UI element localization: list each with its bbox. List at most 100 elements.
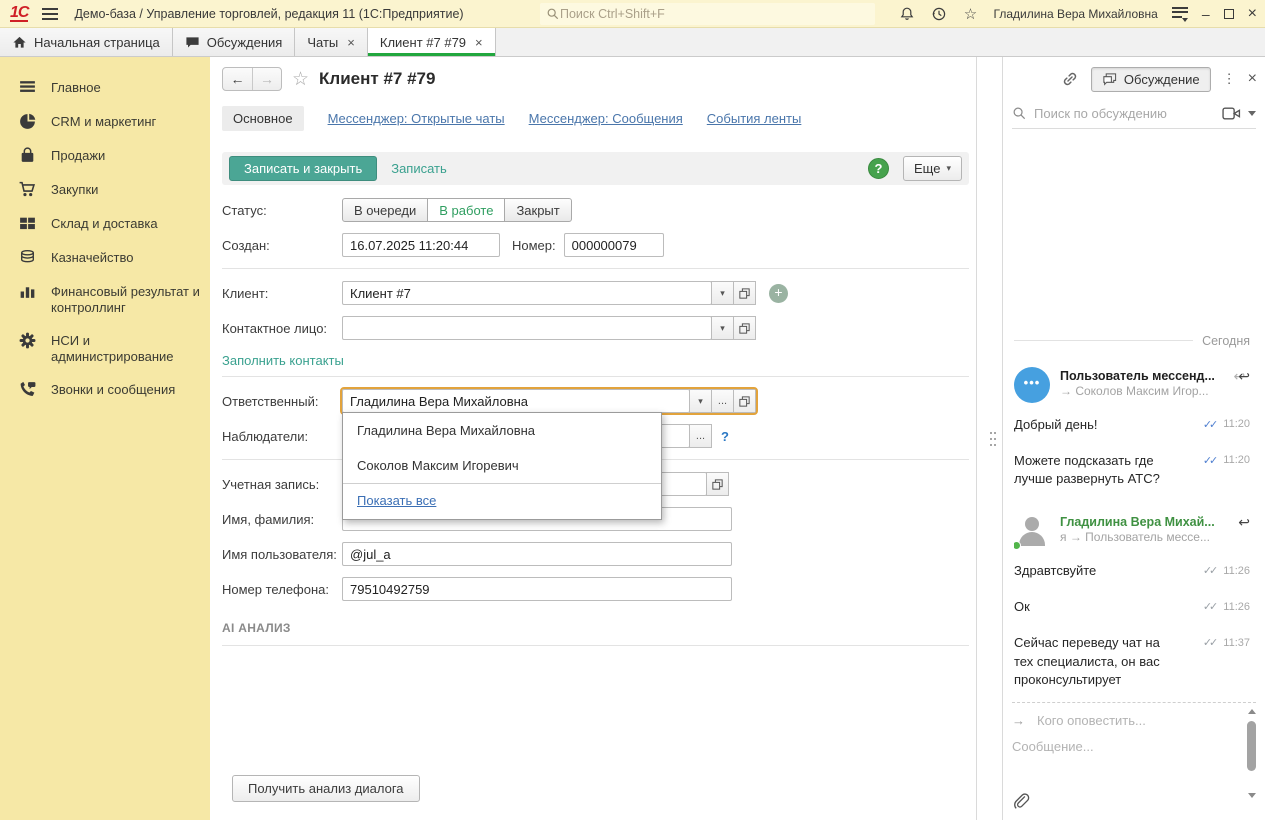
nav-link-feed[interactable]: События ленты: [707, 111, 802, 126]
message-input[interactable]: Сообщение...: [1012, 739, 1256, 754]
status-queued-button[interactable]: В очереди: [342, 198, 429, 222]
scroll-down-icon[interactable]: [1248, 793, 1256, 798]
sidebar-item-warehouse[interactable]: Склад и доставка: [0, 207, 210, 241]
sidebar-item-treasury[interactable]: Казначейство: [0, 241, 210, 275]
tab-client[interactable]: Клиент #7 #79 ×: [367, 28, 496, 56]
current-user-name[interactable]: Гладилина Вера Михайловна: [994, 7, 1158, 21]
nav-link-messages[interactable]: Мессенджер: Сообщения: [529, 111, 683, 126]
notify-field[interactable]: → Кого оповестить...: [1012, 713, 1256, 728]
composer-scrollbar[interactable]: [1246, 709, 1258, 798]
more-menu-icon[interactable]: ⋮: [1223, 71, 1236, 87]
tab-client-close-icon[interactable]: ×: [475, 35, 483, 50]
scroll-up-icon[interactable]: [1248, 709, 1256, 714]
sidebar-item-purchases[interactable]: Закупки: [0, 173, 210, 207]
save-close-button[interactable]: Записать и закрыть: [229, 156, 378, 181]
reply-icon[interactable]: ↩: [1238, 515, 1250, 529]
responsible-combo: ▾ ...: [340, 387, 758, 415]
message-route: → Соколов Максим Игор...: [1060, 383, 1209, 398]
sidebar-item-label: Главное: [51, 80, 101, 95]
fill-contacts-link[interactable]: Заполнить контакты: [222, 353, 344, 368]
nav-link-open-chats[interactable]: Мессенджер: Открытые чаты: [328, 111, 505, 126]
tab-chats[interactable]: Чаты ×: [295, 28, 368, 56]
status-switch: В очереди В работе Закрыт: [342, 198, 572, 222]
responsible-dropdown-icon[interactable]: ▾: [689, 389, 712, 413]
app-window: 1С Демо-база / Управление торговлей, ред…: [0, 0, 1265, 820]
chevron-down-icon[interactable]: [1248, 110, 1256, 116]
created-field[interactable]: [342, 233, 500, 257]
reply-all-icon[interactable]: ↩↩: [1234, 369, 1250, 383]
phone-field[interactable]: [342, 577, 732, 601]
client-label: Клиент:: [222, 285, 269, 301]
show-all-link[interactable]: Показать все: [357, 493, 436, 508]
get-dialog-analysis-button[interactable]: Получить анализ диалога: [232, 775, 420, 802]
discussion-toggle-button[interactable]: Обсуждение: [1090, 66, 1211, 92]
status-inprogress-button[interactable]: В работе: [427, 198, 506, 222]
sidebar-item-calls[interactable]: Звонки и сообщения: [0, 373, 210, 407]
more-button[interactable]: Еще ▾: [903, 156, 962, 181]
favorites-star-icon[interactable]: ☆: [962, 5, 980, 23]
sidebar-item-main[interactable]: Главное: [0, 71, 210, 105]
message-time: 11:20: [1223, 418, 1250, 430]
maximize-button[interactable]: [1223, 9, 1234, 19]
video-call-icon[interactable]: [1222, 106, 1241, 121]
client-field[interactable]: [342, 281, 712, 305]
message-composer: → Кого оповестить... Сообщение...: [1012, 702, 1256, 812]
global-search-input[interactable]: [560, 7, 869, 21]
client-open-icon[interactable]: [733, 281, 756, 305]
attach-paperclip-icon[interactable]: [1012, 792, 1030, 812]
tab-chats-close-icon[interactable]: ×: [347, 35, 355, 50]
status-closed-button[interactable]: Закрыт: [504, 198, 572, 222]
nav-link-main[interactable]: Основное: [222, 105, 304, 131]
tab-home[interactable]: Начальная страница: [0, 28, 173, 56]
discussion-search-input[interactable]: [1034, 105, 1215, 121]
shopping-cart-icon: [18, 180, 37, 199]
contact-field[interactable]: [342, 316, 712, 340]
help-button[interactable]: ?: [868, 158, 890, 179]
number-field[interactable]: [563, 233, 664, 257]
save-button[interactable]: Записать: [391, 161, 447, 176]
main-menu-icon[interactable]: [42, 7, 59, 20]
sidebar-item-finance[interactable]: Финансовый результат и контроллинг: [0, 275, 210, 324]
sidebar-item-sales[interactable]: Продажи: [0, 139, 210, 173]
forward-arrow-icon[interactable]: →: [252, 68, 281, 90]
tab-chats-label: Чаты: [307, 34, 339, 50]
minimize-button[interactable]: –: [1202, 7, 1210, 21]
watchers-hint-icon[interactable]: ?: [721, 429, 729, 444]
watchers-select-icon[interactable]: ...: [689, 424, 712, 448]
tab-discussions[interactable]: Обсуждения: [172, 28, 296, 56]
responsible-select-icon[interactable]: ...: [711, 389, 734, 413]
day-divider: Сегодня: [1014, 334, 1250, 348]
double-check-icon: ✓✓: [1202, 565, 1219, 578]
account-label: Учетная запись:: [222, 476, 320, 492]
client-dropdown-icon[interactable]: ▾: [711, 281, 734, 305]
sidebar-item-admin[interactable]: НСИ и администрирование: [0, 324, 210, 373]
panel-splitter[interactable]: [977, 57, 1002, 820]
username-field[interactable]: [342, 542, 732, 566]
responsible-field[interactable]: [342, 389, 690, 413]
responsible-open-icon[interactable]: [733, 389, 756, 413]
contact-open-icon[interactable]: [733, 316, 756, 340]
dropdown-item[interactable]: Соколов Максим Игоревич: [343, 448, 661, 483]
account-open-icon[interactable]: [706, 472, 729, 496]
sidebar-item-label: Казначейство: [51, 250, 134, 265]
message-time: 11:26: [1223, 600, 1250, 613]
add-client-icon[interactable]: +: [769, 283, 788, 303]
global-search[interactable]: [540, 3, 875, 25]
message-text: Добрый день!: [1014, 416, 1098, 432]
sidebar-item-crm[interactable]: CRM и маркетинг: [0, 105, 210, 139]
scrollbar-thumb[interactable]: [1247, 721, 1256, 771]
link-icon[interactable]: [1061, 70, 1079, 88]
notifications-bell-icon[interactable]: [898, 5, 916, 23]
contact-combo: ▾: [342, 316, 756, 340]
favorite-star-icon[interactable]: ☆: [292, 68, 309, 91]
tools-menu-icon[interactable]: [1171, 7, 1188, 22]
sidebar: Главное CRM и маркетинг Продажи Закупки …: [0, 57, 210, 820]
close-window-button[interactable]: ×: [1248, 6, 1257, 22]
sidebar-item-label: Склад и доставка: [51, 216, 158, 231]
close-panel-icon[interactable]: ×: [1248, 71, 1257, 87]
discussion-toggle-label: Обсуждение: [1123, 71, 1200, 87]
history-icon[interactable]: [930, 5, 948, 23]
dropdown-item[interactable]: Гладилина Вера Михайловна: [343, 413, 661, 448]
back-arrow-icon[interactable]: ←: [223, 68, 252, 90]
contact-dropdown-icon[interactable]: ▾: [711, 316, 734, 340]
